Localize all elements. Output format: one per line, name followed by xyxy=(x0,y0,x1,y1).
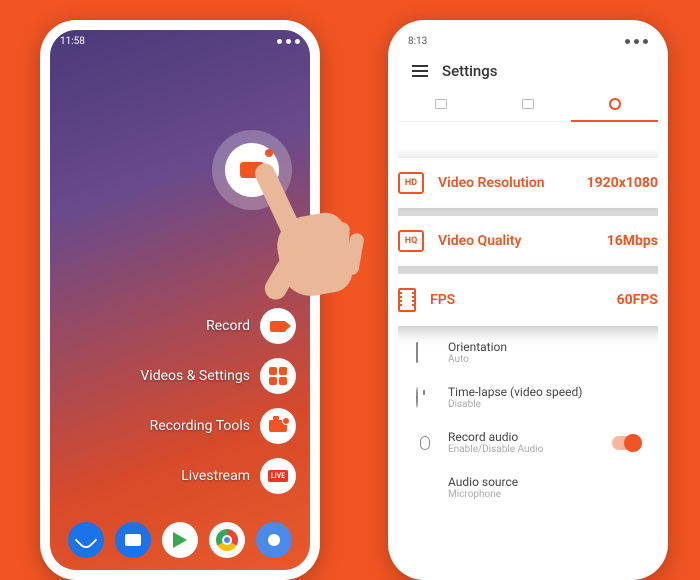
menu-livestream[interactable]: Livestream LIVE xyxy=(181,458,296,494)
menu-livestream-label: Livestream xyxy=(181,468,250,484)
setting-record-audio[interactable]: Record audio Enable/Disable Audio xyxy=(398,420,658,465)
settings-list: Orientation Auto Time-lapse (video speed… xyxy=(398,330,658,510)
settings-screen: 8:13 Settings HD Video Resolution 1920x1… xyxy=(398,30,658,570)
tools-icon xyxy=(260,408,296,444)
chrome-app-icon[interactable] xyxy=(209,522,245,558)
signal-icon xyxy=(286,39,291,44)
recording-dot-icon xyxy=(265,149,273,157)
wifi-icon xyxy=(277,39,282,44)
video-tab-icon xyxy=(435,99,447,109)
tab-images[interactable] xyxy=(485,90,572,121)
mic-icon xyxy=(416,436,434,450)
status-icons xyxy=(625,39,648,44)
clock-icon xyxy=(416,388,434,407)
gear-icon xyxy=(609,98,621,110)
setting-video-resolution[interactable]: HD Video Resolution 1920x1080 xyxy=(398,158,658,208)
home-dock xyxy=(50,522,310,558)
status-bar: 11:58 xyxy=(50,30,310,52)
menu-videos-settings-label: Videos & Settings xyxy=(140,368,250,384)
status-bar: 8:13 xyxy=(398,30,658,52)
hq-icon: HQ xyxy=(398,230,424,252)
quality-value: 16Mbps xyxy=(607,233,658,249)
setting-timelapse[interactable]: Time-lapse (video speed) Disable xyxy=(398,375,658,420)
status-icons xyxy=(277,39,300,44)
tab-bar xyxy=(398,90,658,122)
image-tab-icon xyxy=(522,99,534,109)
bluetooth-icon xyxy=(634,39,639,44)
tab-settings[interactable] xyxy=(571,90,658,121)
live-badge-text: LIVE xyxy=(268,470,288,482)
orientation-value: Auto xyxy=(448,354,640,365)
audio-source-value: Microphone xyxy=(448,489,640,500)
phone-right: 8:13 Settings HD Video Resolution 1920x1… xyxy=(388,20,668,580)
live-icon: LIVE xyxy=(260,458,296,494)
setting-audio-source[interactable]: Audio source Microphone xyxy=(398,465,658,510)
phone-app-icon[interactable] xyxy=(68,522,104,558)
battery-icon xyxy=(643,39,648,44)
audio-source-title: Audio source xyxy=(448,475,640,489)
settings-title: Settings xyxy=(442,62,498,80)
quality-label: Video Quality xyxy=(438,233,593,249)
status-time: 8:13 xyxy=(408,36,427,47)
setting-fps[interactable]: FPS 60FPS xyxy=(398,274,658,326)
menu-recording-tools-label: Recording Tools xyxy=(150,418,250,434)
record-audio-toggle[interactable] xyxy=(612,436,640,450)
setting-video-quality[interactable]: HQ Video Quality 16Mbps xyxy=(398,216,658,266)
menu-recording-tools[interactable]: Recording Tools xyxy=(150,408,296,444)
setting-orientation[interactable]: Orientation Auto xyxy=(398,330,658,375)
menu-videos-settings[interactable]: Videos & Settings xyxy=(140,358,296,394)
battery-icon xyxy=(295,39,300,44)
resolution-label: Video Resolution xyxy=(438,175,573,191)
film-icon xyxy=(398,288,416,312)
wifi-icon xyxy=(625,39,630,44)
orientation-title: Orientation xyxy=(448,340,640,354)
play-store-icon[interactable] xyxy=(162,522,198,558)
camera-app-icon[interactable] xyxy=(256,522,292,558)
menu-icon[interactable] xyxy=(412,65,428,77)
tab-videos[interactable] xyxy=(398,90,485,121)
record-audio-sub: Enable/Disable Audio xyxy=(448,444,598,455)
settings-header: Settings xyxy=(398,52,658,90)
timelapse-title: Time-lapse (video speed) xyxy=(448,385,640,399)
messages-app-icon[interactable] xyxy=(115,522,151,558)
status-time: 11:58 xyxy=(60,36,85,47)
fps-label: FPS xyxy=(430,292,603,308)
timelapse-value: Disable xyxy=(448,399,640,410)
fps-value: 60FPS xyxy=(617,292,658,308)
resolution-value: 1920x1080 xyxy=(587,175,658,191)
grid-icon xyxy=(260,358,296,394)
floating-menu: Record Videos & Settings Recording Tools… xyxy=(140,308,296,494)
hd-icon: HD xyxy=(398,172,424,194)
record-audio-title: Record audio xyxy=(448,430,598,444)
orientation-icon xyxy=(416,343,434,362)
menu-record-label: Record xyxy=(206,318,250,334)
